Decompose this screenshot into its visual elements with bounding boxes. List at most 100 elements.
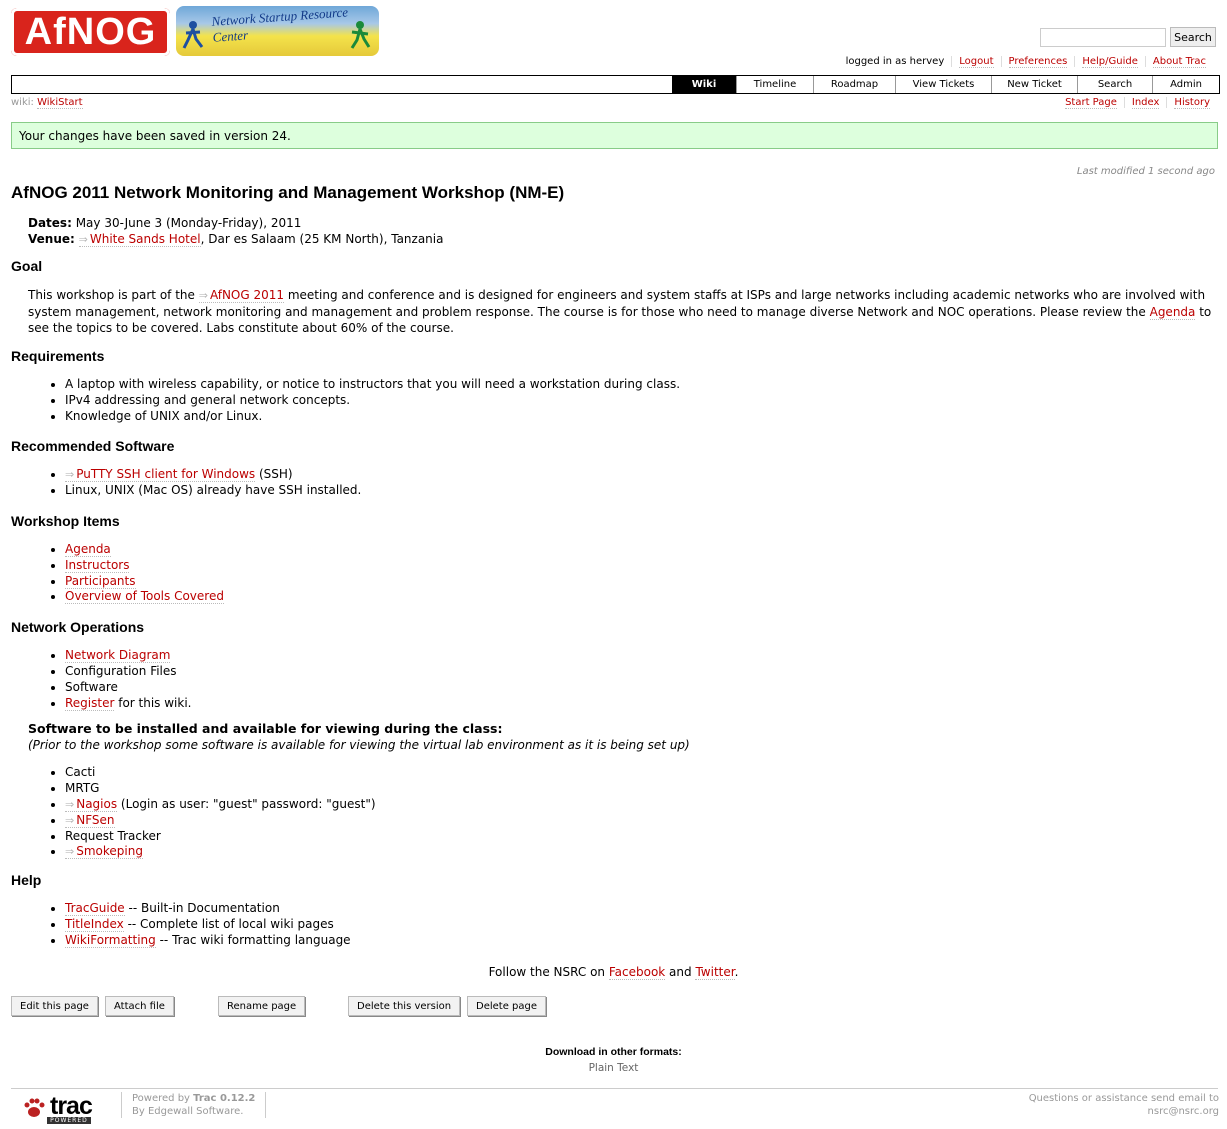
tools-overview-link[interactable]: Overview of Tools Covered — [65, 589, 224, 605]
footer-divider — [11, 1088, 1218, 1089]
putty-link[interactable]: PuTTY SSH client for Windows — [65, 467, 256, 483]
titleindex-link[interactable]: TitleIndex — [65, 916, 124, 932]
trac-powered-text: POWERED — [47, 1117, 91, 1124]
preferences-link[interactable]: Preferences — [1008, 56, 1068, 68]
about-trac-link[interactable]: About Trac — [1152, 56, 1206, 68]
runner-figure-icon — [182, 21, 204, 49]
save-notice: Your changes have been saved in version … — [11, 122, 1218, 149]
list-item: Knowledge of UNIX and/or Linux. — [65, 409, 1221, 425]
logout-link[interactable]: Logout — [959, 56, 994, 68]
list-item: Nagios (Login as user: "guest" password:… — [65, 796, 1221, 813]
tab-view-tickets[interactable]: View Tickets — [895, 76, 991, 93]
afnog-logo[interactable]: AfNOG — [11, 8, 170, 56]
start-page-link[interactable]: Start Page — [1065, 97, 1117, 109]
register-link[interactable]: Register — [65, 695, 115, 711]
facebook-link[interactable]: Facebook — [608, 965, 666, 980]
list-item: Agenda — [65, 541, 1221, 558]
putty-note: (SSH) — [255, 467, 293, 482]
dates-label: Dates: — [28, 216, 72, 230]
list-item: WikiFormatting -- Trac wiki formatting l… — [65, 932, 1221, 949]
install-heading: Software to be installed and available f… — [28, 721, 503, 737]
smokeping-link[interactable]: Smokeping — [65, 844, 143, 860]
list-item: IPv4 addressing and general network conc… — [65, 393, 1221, 409]
agenda-item-link[interactable]: Agenda — [65, 541, 111, 557]
list-item: Software — [65, 680, 1221, 696]
download-title: Download in other formats: — [545, 1046, 682, 1058]
help-desc: -- Built-in Documentation — [124, 901, 280, 916]
follow-and: and — [665, 965, 696, 979]
trac-logo[interactable]: trac POWERED — [22, 1092, 93, 1124]
goal-text-1: This workshop is part of the — [28, 288, 199, 302]
list-item: TracGuide -- Built-in Documentation — [65, 901, 1221, 917]
logged-in-status: logged in as hervey — [845, 56, 945, 67]
goal-text: This workshop is part of the AfNOG 2011 … — [11, 287, 1221, 336]
search-input[interactable] — [1040, 28, 1166, 47]
tab-wiki[interactable]: Wiki — [672, 76, 736, 93]
delete-page-button[interactable]: Delete page — [467, 996, 547, 1016]
paw-icon — [24, 1098, 45, 1117]
history-link[interactable]: History — [1174, 97, 1210, 109]
nfsen-link[interactable]: NFSen — [65, 812, 115, 828]
install-section: Software to be installed and available f… — [11, 721, 1221, 753]
nagios-link[interactable]: Nagios — [65, 796, 118, 812]
venue-link[interactable]: White Sands Hotel — [78, 232, 201, 247]
footer-contact: Questions or assistance send email to ns… — [1029, 1092, 1219, 1118]
meta-nav: logged in as hervey Logout Preferences H… — [839, 56, 1213, 68]
tracguide-link[interactable]: TracGuide — [65, 901, 125, 917]
list-item: Participants — [65, 573, 1221, 590]
participants-link[interactable]: Participants — [65, 573, 136, 589]
tab-timeline[interactable]: Timeline — [736, 76, 813, 93]
software-list: PuTTY SSH client for Windows (SSH) Linux… — [11, 467, 1221, 499]
search-button[interactable]: Search — [1170, 27, 1216, 47]
breadcrumb: wiki: WikiStart — [11, 97, 83, 109]
list-item: Linux, UNIX (Mac OS) already have SSH in… — [65, 483, 1221, 499]
afnog-2011-link[interactable]: AfNOG 2011 — [198, 288, 285, 303]
trac-version-link[interactable]: Trac 0.12.2 — [193, 1093, 255, 1104]
delete-version-button[interactable]: Delete this version — [348, 996, 461, 1016]
workshop-items-heading: Workshop Items — [11, 512, 120, 529]
list-item: MRTG — [65, 781, 1221, 797]
follow-end: . — [734, 965, 739, 979]
list-item: TitleIndex -- Complete list of local wik… — [65, 916, 1221, 933]
email-link[interactable]: nsrc@nsrc.org — [1148, 1106, 1219, 1117]
help-list: TracGuide -- Built-in Documentation Titl… — [11, 901, 1221, 948]
wikiformatting-link[interactable]: WikiFormatting — [65, 932, 156, 948]
attach-file-button[interactable]: Attach file — [105, 996, 174, 1016]
install-note: (Prior to the workshop some software is … — [28, 738, 690, 753]
edit-page-button[interactable]: Edit this page — [11, 996, 98, 1016]
page-title: AfNOG 2011 Network Monitoring and Manage… — [11, 183, 565, 202]
breadcrumb-wikistart-link[interactable]: WikiStart — [37, 97, 83, 109]
runner-figure-icon — [350, 21, 371, 49]
twitter-link[interactable]: Twitter — [695, 965, 735, 980]
contact-text: Questions or assistance send email to — [1028, 1093, 1219, 1104]
follow-nsrc: Follow the NSRC on Facebook and Twitter. — [0, 965, 1227, 980]
last-modified: Last modified 1 second ago — [1076, 166, 1215, 177]
venue-rest: , Dar es Salaam (25 KM North), Tanzania — [200, 232, 444, 246]
help-desc: -- Complete list of local wiki pages — [123, 916, 334, 931]
rename-page-button[interactable]: Rename page — [218, 996, 306, 1016]
instructors-link[interactable]: Instructors — [65, 557, 130, 573]
dates-value: May 30-June 3 (Monday-Friday), 2011 — [75, 216, 302, 230]
index-link[interactable]: Index — [1131, 97, 1160, 109]
network-diagram-link[interactable]: Network Diagram — [65, 648, 171, 664]
agenda-link[interactable]: Agenda — [1149, 305, 1196, 320]
register-note: for this wiki. — [114, 695, 192, 710]
tab-new-ticket[interactable]: New Ticket — [991, 76, 1077, 93]
main-nav: Wiki Timeline Roadmap View Tickets New T… — [11, 75, 1220, 94]
recommended-software-heading: Recommended Software — [11, 438, 175, 455]
tab-roadmap[interactable]: Roadmap — [813, 76, 895, 93]
context-nav: Start Page Index History — [1058, 97, 1217, 109]
list-item: Request Tracker — [65, 829, 1221, 845]
follow-text: Follow the NSRC on — [488, 965, 609, 979]
plain-text-link[interactable]: Plain Text — [0, 1062, 1227, 1074]
event-info: Dates: May 30-June 3 (Monday-Friday), 20… — [11, 215, 1221, 248]
goal-heading: Goal — [11, 258, 43, 274]
help-guide-link[interactable]: Help/Guide — [1082, 56, 1138, 68]
install-list: Cacti MRTG Nagios (Login as user: "guest… — [11, 765, 1221, 860]
tab-search[interactable]: Search — [1077, 76, 1152, 93]
nsrc-logo[interactable]: Network Startup Resource Center — [176, 6, 379, 56]
network-operations-list: Network Diagram Configuration Files Soft… — [11, 648, 1221, 711]
workshop-items-list: Agenda Instructors Participants Overview… — [11, 541, 1221, 605]
tab-admin[interactable]: Admin — [1152, 76, 1219, 93]
help-desc: -- Trac wiki formatting language — [155, 932, 351, 947]
